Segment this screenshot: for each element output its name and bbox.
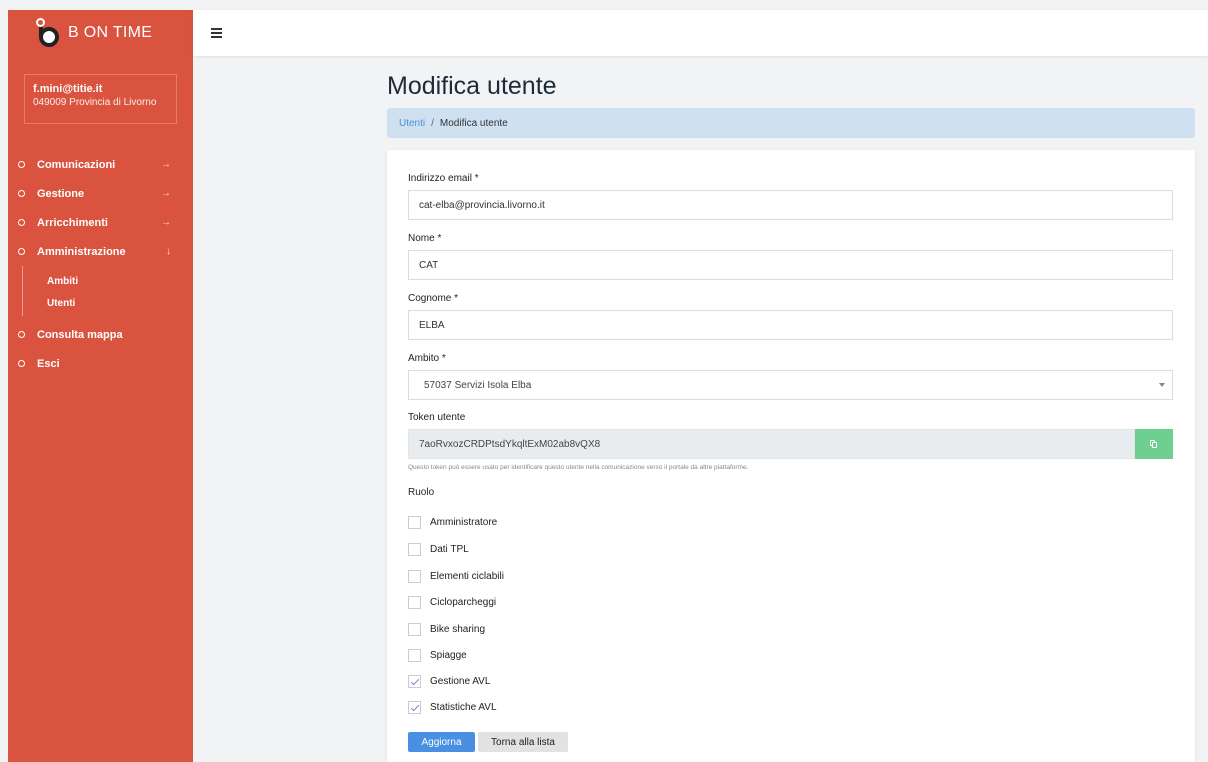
- checkbox-label: Elementi ciclabili: [430, 570, 504, 582]
- ambito-label: Ambito *: [408, 353, 446, 364]
- sidebar-item-label: Arricchimenti: [37, 216, 108, 229]
- token-field[interactable]: 7aoRvxozCRDPtsdYkqltExM02ab8vQX8: [408, 429, 1135, 459]
- sidebar-item-arricchimenti[interactable]: Arricchimenti →: [8, 208, 193, 237]
- circle-icon: [18, 360, 25, 367]
- sidebar-item-consulta-mappa[interactable]: Consulta mappa: [8, 320, 193, 349]
- logo-icon: [36, 18, 62, 48]
- checkbox[interactable]: [408, 648, 421, 662]
- checkbox-label: Cicloparcheggi: [430, 596, 497, 608]
- submenu-amministrazione: Ambiti Utenti: [22, 266, 193, 316]
- checkbox-amministratore[interactable]: Amministratore: [408, 515, 497, 529]
- form-card: Indirizzo email * cat-elba@provincia.liv…: [387, 150, 1195, 762]
- sidebar: B ON TIME f.mini@titie.it 049009 Provinc…: [8, 10, 193, 762]
- sidebar-item-gestione[interactable]: Gestione →: [8, 179, 193, 208]
- sidebar-item-amministrazione[interactable]: Amministrazione ↓: [8, 237, 193, 266]
- circle-icon: [18, 190, 25, 197]
- user-email: f.mini@titie.it: [33, 83, 103, 95]
- sidebar-item-esci[interactable]: Esci: [8, 349, 193, 378]
- sidebar-item-label: Gestione: [37, 187, 85, 200]
- arrow-right-icon: →: [161, 217, 171, 228]
- checkbox[interactable]: [408, 700, 421, 714]
- arrow-right-icon: →: [161, 188, 171, 199]
- checkbox-spiagge[interactable]: Spiagge: [408, 648, 467, 662]
- checkbox[interactable]: [408, 542, 421, 556]
- ruolo-label: Ruolo: [408, 487, 435, 498]
- sidebar-item-comunicazioni[interactable]: Comunicazioni →: [8, 150, 193, 179]
- checkbox-gestione-avl[interactable]: Gestione AVL: [408, 674, 490, 688]
- brand[interactable]: B ON TIME: [8, 10, 193, 56]
- sidebar-subitem-utenti[interactable]: Utenti: [23, 292, 193, 314]
- token-help-text: Questo token può essere usato per identi…: [408, 464, 749, 471]
- sidebar-item-label: Amministrazione: [37, 245, 126, 258]
- user-info: f.mini@titie.it 049009 Provincia di Livo…: [24, 74, 177, 124]
- checkbox-elementi-ciclabili[interactable]: Elementi ciclabili: [408, 569, 504, 583]
- copy-token-button[interactable]: [1135, 429, 1173, 459]
- caret-down-icon: [1159, 383, 1165, 387]
- breadcrumb: Utenti / Modifica utente: [387, 108, 1195, 138]
- user-org: 049009 Provincia di Livorno: [33, 97, 157, 108]
- sidebar-subitem-ambiti[interactable]: Ambiti: [23, 270, 193, 292]
- ambito-select[interactable]: 57037 Servizi Isola Elba: [408, 370, 1173, 400]
- checkbox[interactable]: [408, 595, 421, 609]
- sidebar-menu: Comunicazioni → Gestione → Arricchimenti…: [8, 150, 193, 378]
- breadcrumb-current: Modifica utente: [439, 117, 508, 129]
- email-label: Indirizzo email *: [408, 173, 479, 184]
- cognome-field[interactable]: ELBA: [408, 310, 1173, 340]
- checkbox-label: Dati TPL: [430, 543, 469, 555]
- page-title: Modifica utente: [387, 72, 557, 100]
- breadcrumb-link-utenti[interactable]: Utenti: [399, 118, 425, 129]
- arrow-down-icon: ↓: [166, 246, 171, 257]
- token-label: Token utente: [408, 412, 466, 423]
- sidebar-item-label: Comunicazioni: [37, 158, 116, 171]
- circle-icon: [18, 219, 25, 226]
- checkbox-label: Statistiche AVL: [430, 701, 497, 713]
- hamburger-menu-icon[interactable]: [211, 28, 222, 40]
- checkbox[interactable]: [408, 674, 421, 688]
- checkbox-statistiche-avl[interactable]: Statistiche AVL: [408, 700, 497, 714]
- checkbox-cicloparcheggi[interactable]: Cicloparcheggi: [408, 595, 496, 609]
- breadcrumb-separator: /: [431, 117, 434, 129]
- checkbox-label: Amministratore: [430, 516, 498, 528]
- checkbox-label: Spiagge: [430, 649, 467, 661]
- sidebar-item-label: Consulta mappa: [37, 328, 123, 341]
- topbar: [193, 10, 1208, 56]
- circle-icon: [18, 331, 25, 338]
- torna-alla-lista-button[interactable]: Torna alla lista: [478, 732, 568, 752]
- brand-name: B ON TIME: [68, 24, 153, 41]
- ambito-selected-value: 57037 Servizi Isola Elba: [424, 379, 532, 391]
- circle-icon: [18, 248, 25, 255]
- checkbox-label: Gestione AVL: [430, 675, 491, 687]
- checkbox[interactable]: [408, 569, 421, 583]
- checkbox-label: Bike sharing: [430, 623, 486, 635]
- nome-field[interactable]: CAT: [408, 250, 1173, 280]
- email-field[interactable]: cat-elba@provincia.livorno.it: [408, 190, 1173, 220]
- checkbox-bike-sharing[interactable]: Bike sharing: [408, 622, 485, 636]
- checkbox[interactable]: [408, 622, 421, 636]
- checkbox[interactable]: [408, 515, 421, 529]
- checkbox-dati-tpl[interactable]: Dati TPL: [408, 542, 469, 556]
- sidebar-item-label: Esci: [37, 357, 60, 370]
- cognome-label: Cognome *: [408, 293, 459, 304]
- arrow-right-icon: →: [161, 159, 171, 170]
- aggiorna-button[interactable]: Aggiorna: [408, 732, 475, 752]
- nome-label: Nome *: [408, 233, 442, 244]
- circle-icon: [18, 161, 25, 168]
